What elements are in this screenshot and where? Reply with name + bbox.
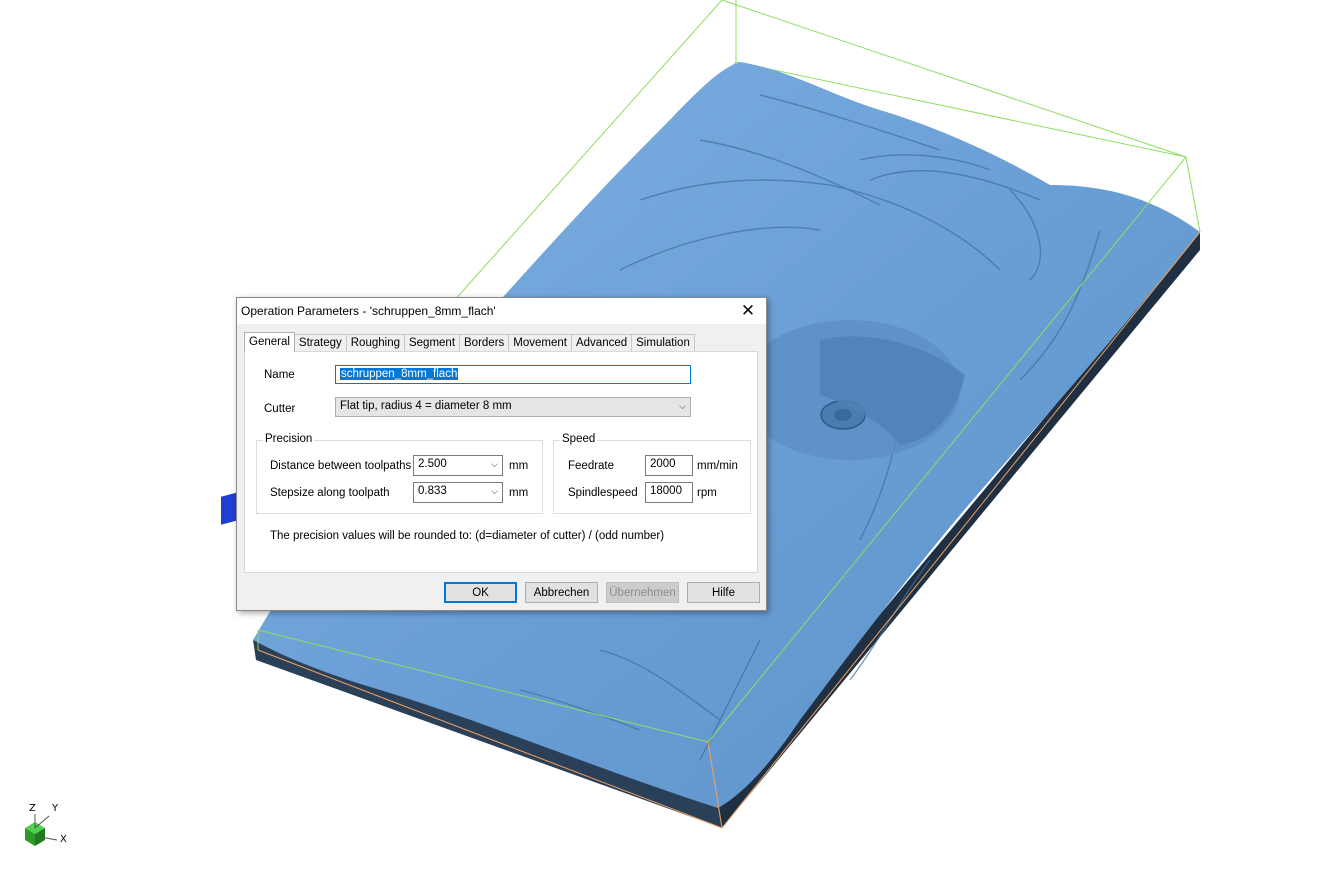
name-input[interactable]: schruppen_8mm_flach — [335, 365, 691, 384]
speed-group-title: Speed — [560, 433, 598, 445]
cutter-select[interactable]: Flat tip, radius 4 = diameter 8 mm ⌵ — [335, 397, 691, 417]
speed-group: Speed Feedrate 2000 mm/min Spindlespeed … — [553, 433, 751, 514]
axis-indicator: Z Y X — [15, 800, 85, 855]
feedrate-value: 2000 — [650, 458, 676, 470]
distance-value: 2.500 — [418, 458, 447, 470]
dialog-titlebar[interactable]: Operation Parameters - 'schruppen_8mm_fl… — [237, 298, 766, 324]
name-input-value: schruppen_8mm_flach — [340, 368, 459, 380]
spindlespeed-input[interactable]: 18000 — [645, 482, 693, 503]
tab-general[interactable]: General — [244, 332, 295, 352]
close-icon: ✕ — [740, 301, 756, 321]
precision-note: The precision values will be rounded to:… — [270, 530, 665, 542]
feedrate-unit: mm/min — [697, 460, 738, 472]
tab-segment[interactable]: Segment — [403, 334, 461, 351]
relief-eye-inner — [834, 409, 852, 421]
spindlespeed-unit: rpm — [697, 487, 717, 499]
feedrate-input[interactable]: 2000 — [645, 455, 693, 476]
apply-button[interactable]: Übernehmen — [606, 582, 679, 603]
operation-parameters-dialog: Operation Parameters - 'schruppen_8mm_fl… — [236, 297, 767, 611]
name-label: Name — [264, 369, 295, 381]
axis-y-label: Y — [52, 803, 59, 814]
cutter-select-value: Flat tip, radius 4 = diameter 8 mm — [340, 400, 512, 412]
general-tab-panel: Name schruppen_8mm_flach Cutter Flat tip… — [244, 351, 758, 573]
feedrate-label: Feedrate — [568, 460, 615, 472]
axis-x-label: X — [60, 834, 67, 845]
chevron-down-icon: ⌵ — [679, 402, 686, 412]
distance-combo[interactable]: 2.500 ⌵ — [413, 455, 503, 476]
chevron-down-icon: ⌵ — [491, 487, 498, 497]
tool-marker — [221, 492, 237, 525]
tab-strip: General Strategy Roughing Segment Border… — [244, 332, 695, 352]
tab-strategy[interactable]: Strategy — [293, 334, 347, 351]
stepsize-value: 0.833 — [418, 485, 447, 497]
stepsize-combo[interactable]: 0.833 ⌵ — [413, 482, 503, 503]
axis-z-label: Z — [29, 803, 36, 814]
ok-button[interactable]: OK — [444, 582, 517, 603]
distance-unit: mm — [509, 460, 529, 472]
tab-advanced[interactable]: Advanced — [570, 334, 633, 351]
spindlespeed-value: 18000 — [650, 485, 682, 497]
close-button[interactable]: ✕ — [730, 298, 766, 324]
precision-group-title: Precision — [263, 433, 315, 445]
tab-simulation[interactable]: Simulation — [631, 334, 695, 351]
help-button[interactable]: Hilfe — [687, 582, 760, 603]
tab-movement[interactable]: Movement — [508, 334, 572, 351]
tab-roughing[interactable]: Roughing — [345, 334, 405, 351]
tab-borders[interactable]: Borders — [459, 334, 510, 351]
precision-group: Precision Distance between toolpaths 2.5… — [256, 433, 543, 514]
stepsize-unit: mm — [509, 487, 529, 499]
cancel-button[interactable]: Abbrechen — [525, 582, 598, 603]
stepsize-label: Stepsize along toolpath — [270, 487, 390, 499]
dialog-title: Operation Parameters - 'schruppen_8mm_fl… — [241, 304, 496, 318]
axis-cube-icon — [25, 814, 58, 846]
spindlespeed-label: Spindlespeed — [568, 487, 638, 499]
distance-label: Distance between toolpaths — [270, 460, 412, 472]
cutter-label: Cutter — [264, 403, 296, 415]
chevron-down-icon: ⌵ — [491, 460, 498, 470]
